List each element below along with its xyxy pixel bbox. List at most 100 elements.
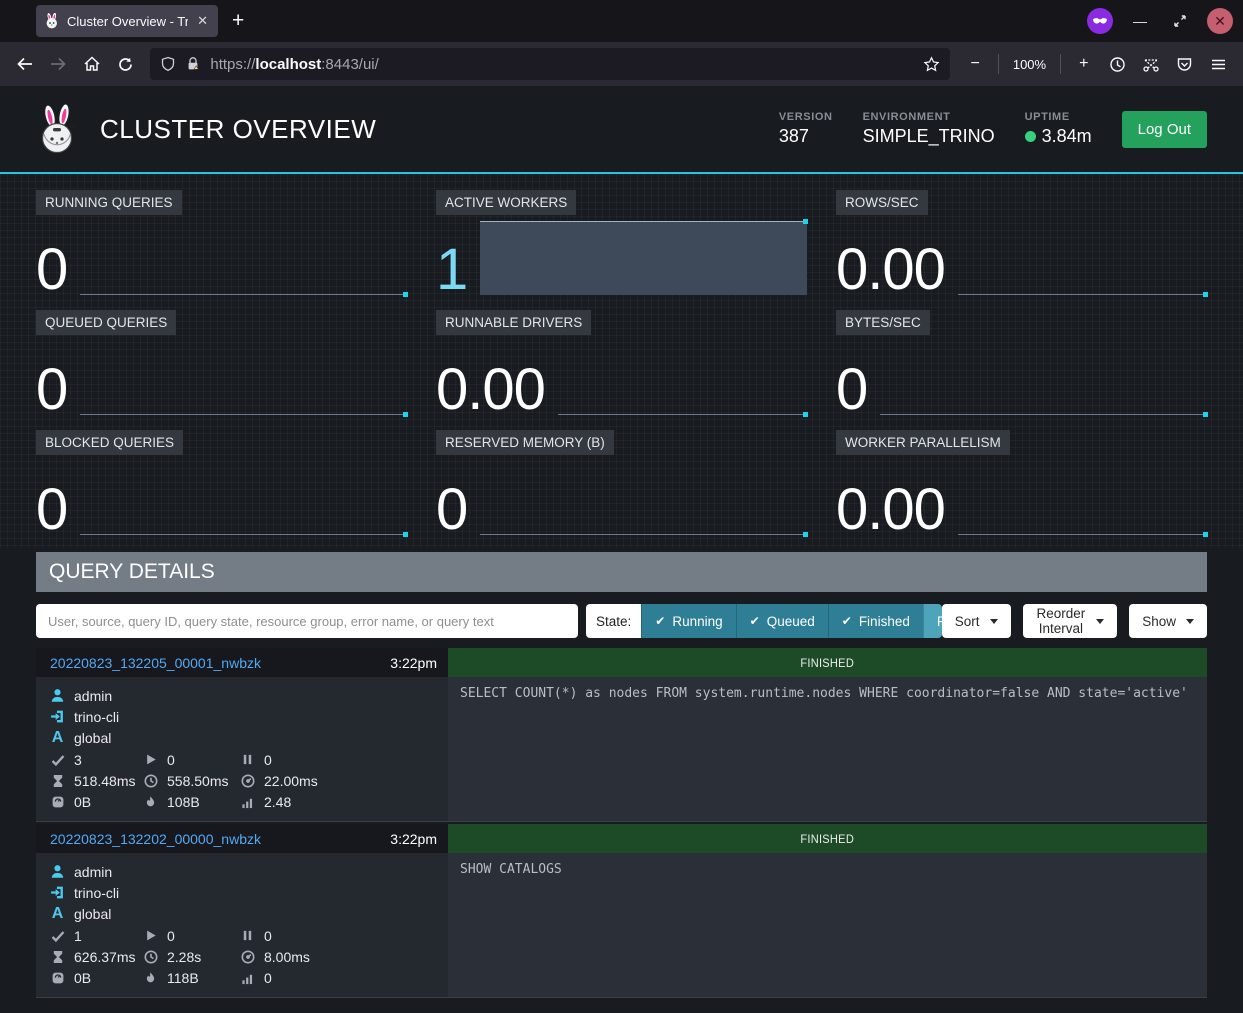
running-splits: 0: [167, 928, 175, 944]
app-header: CLUSTER OVERVIEW VERSION 387 ENVIRONMENT…: [36, 86, 1207, 172]
bookmark-star-icon[interactable]: [923, 56, 940, 73]
stat-value: 0: [36, 486, 67, 535]
query-time: 3:22pm: [390, 831, 437, 847]
wall-time-icon: [50, 774, 65, 789]
environment-value: SIMPLE_TRINO: [863, 126, 995, 147]
tab-close-icon[interactable]: ✕: [195, 13, 210, 29]
query-status-bar: FINISHED: [448, 824, 1207, 853]
private-browsing-icon: [1087, 8, 1113, 34]
stat-label: ACTIVE WORKERS: [436, 190, 576, 215]
sparkline: [958, 221, 1207, 295]
stat-label: ROWS/SEC: [836, 190, 928, 215]
state-filter-failed-dropdown[interactable]: Failed: [923, 604, 942, 638]
sparkline: [958, 461, 1207, 535]
query-user: admin: [74, 688, 112, 704]
query-id-link[interactable]: 20220823_132202_00000_nwbzk: [50, 831, 261, 847]
query-source: trino-cli: [74, 885, 119, 901]
query-header: 20220823_132205_00001_nwbzk 3:22pm: [36, 648, 448, 677]
current-memory: 0B: [74, 970, 91, 986]
parallelism-icon: [240, 971, 255, 986]
status-badge: FINISHED: [801, 832, 855, 846]
parallelism: 0: [264, 970, 272, 986]
total-time-icon: [143, 950, 158, 965]
zoom-in-button[interactable]: +: [1069, 48, 1099, 80]
browser-tab[interactable]: Cluster Overview - Trino ✕: [36, 5, 218, 37]
query-time: 3:22pm: [390, 655, 437, 671]
cpu-time: 8.00ms: [264, 949, 310, 965]
stat-value: 0: [36, 246, 67, 295]
query-search-input[interactable]: [36, 604, 578, 638]
sparkline: [558, 341, 807, 415]
uptime-stat: UPTIME 3.84m: [1025, 111, 1092, 147]
url-text[interactable]: https://localhost:8443/ui/: [210, 56, 914, 73]
stat-panel-bytes-sec: BYTES/SEC 0: [836, 310, 1207, 423]
version-stat: VERSION 387: [779, 111, 833, 147]
pocket-icon[interactable]: [1170, 48, 1200, 80]
toolbar-separator: [998, 54, 999, 74]
uptime-label: UPTIME: [1025, 111, 1092, 123]
stat-panel-active-workers: ACTIVE WORKERS 1: [436, 190, 807, 303]
query-stats: admin trino-cli Aglobal 3 0 0 518.48ms 5…: [36, 677, 448, 821]
environment-stat: ENVIRONMENT SIMPLE_TRINO: [863, 111, 995, 147]
stat-panel-blocked-queries: BLOCKED QUERIES 0: [36, 430, 407, 543]
stat-label: RESERVED MEMORY (B): [436, 430, 614, 455]
sparkline: [880, 341, 1207, 415]
url-bar[interactable]: https://localhost:8443/ui/: [150, 48, 950, 80]
chevron-down-icon: [990, 619, 998, 624]
running-splits-icon: [143, 928, 158, 943]
current-memory-icon: [50, 971, 65, 986]
query-user: admin: [74, 864, 112, 880]
query-row: 20220823_132205_00001_nwbzk 3:22pm FINIS…: [36, 648, 1207, 822]
query-sql-text: SHOW CATALOGS: [448, 853, 1207, 997]
window-minimize-button[interactable]: —: [1127, 8, 1153, 34]
lock-warning-icon[interactable]: [185, 56, 201, 72]
total-time: 2.28s: [167, 949, 201, 965]
source-login-icon: [50, 885, 65, 900]
status-badge: FINISHED: [801, 656, 855, 670]
stat-label: RUNNING QUERIES: [36, 190, 182, 215]
stat-label: WORKER PARALLELISM: [836, 430, 1010, 455]
state-filter-queued[interactable]: Queued: [736, 604, 828, 638]
zoom-out-button[interactable]: −: [960, 48, 990, 80]
cpu-time: 22.00ms: [264, 773, 318, 789]
query-id-link[interactable]: 20220823_132205_00001_nwbzk: [50, 655, 261, 671]
show-dropdown[interactable]: Show: [1129, 604, 1207, 638]
query-status-bar: FINISHED: [448, 648, 1207, 677]
total-time: 558.50ms: [167, 773, 228, 789]
tracking-shield-icon[interactable]: [160, 56, 176, 72]
state-filter-running[interactable]: Running: [641, 604, 735, 638]
history-clock-icon[interactable]: [1103, 48, 1133, 80]
tab-title: Cluster Overview - Trino: [67, 14, 188, 29]
window-restore-button[interactable]: [1167, 8, 1193, 34]
stat-value: 0.00: [836, 246, 945, 295]
sort-dropdown[interactable]: Sort: [942, 604, 1011, 638]
state-filter-label: State:: [586, 604, 641, 638]
queued-splits: 0: [264, 928, 272, 944]
sparkline: [480, 461, 807, 535]
cumulative-memory-icon: [143, 971, 158, 986]
stat-label: QUEUED QUERIES: [36, 310, 176, 335]
reload-icon[interactable]: [111, 48, 141, 80]
menu-hamburger-icon[interactable]: [1203, 48, 1233, 80]
zoom-level[interactable]: 100%: [1007, 57, 1052, 72]
query-resource-group: global: [74, 730, 111, 746]
state-filter-finished[interactable]: Finished: [828, 604, 923, 638]
back-icon[interactable]: [10, 48, 40, 80]
running-splits-icon: [143, 752, 158, 767]
screenshot-scissors-icon[interactable]: [1136, 48, 1166, 80]
stat-label: BYTES/SEC: [836, 310, 930, 335]
new-tab-button[interactable]: +: [232, 9, 244, 33]
home-icon[interactable]: [77, 48, 107, 80]
forward-icon[interactable]: [44, 48, 74, 80]
completed-splits-icon: [50, 752, 65, 767]
screen: Cluster Overview - Trino ✕ + — ✕: [0, 0, 1243, 1013]
window-close-button[interactable]: ✕: [1207, 8, 1233, 34]
stat-panel-worker-parallelism: WORKER PARALLELISM 0.00: [836, 430, 1207, 543]
cpu-time-icon: [240, 950, 255, 965]
logout-button[interactable]: Log Out: [1122, 111, 1207, 148]
cumulative-memory: 118B: [167, 970, 199, 986]
reorder-interval-dropdown[interactable]: Reorder Interval: [1023, 604, 1118, 638]
sparkline: [80, 461, 407, 535]
url-host: localhost: [255, 56, 321, 73]
stat-value: 0.00: [836, 486, 945, 535]
